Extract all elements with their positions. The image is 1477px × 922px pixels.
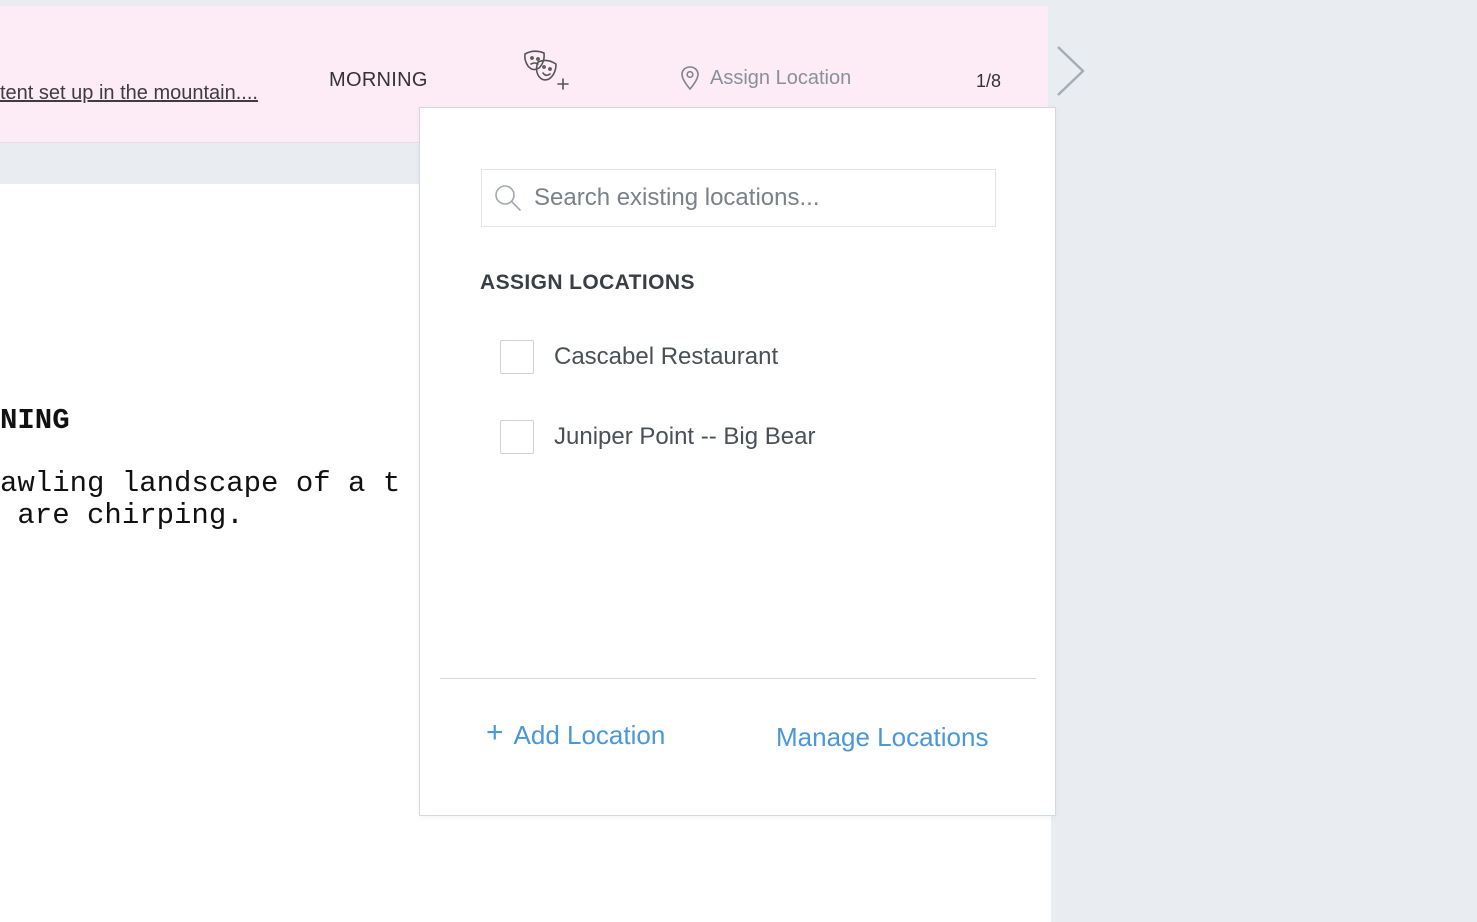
location-option-label: Cascabel Restaurant <box>554 343 779 370</box>
map-pin-icon <box>681 66 699 91</box>
location-search-box <box>481 169 996 227</box>
assign-locations-heading: ASSIGN LOCATIONS <box>480 271 695 294</box>
script-action-text: awling landscape of a t are chirping. <box>0 467 401 532</box>
search-icon <box>495 185 521 211</box>
location-checkbox[interactable] <box>500 420 534 454</box>
assign-location-popover: ASSIGN LOCATIONS Cascabel Restaurant Jun… <box>419 107 1056 816</box>
location-option-label: Juniper Point -- Big Bear <box>554 423 816 450</box>
add-location-button[interactable]: + Add Location <box>486 715 666 751</box>
assign-location-label: Assign Location <box>710 66 852 89</box>
popover-divider <box>440 678 1036 679</box>
script-scene-heading: NING <box>0 404 70 437</box>
plus-icon: + <box>486 715 504 749</box>
scene-page-count: 1/8 <box>976 71 1002 91</box>
assign-location-button[interactable]: Assign Location <box>680 65 851 91</box>
add-location-label: Add Location <box>513 720 666 750</box>
manage-locations-link[interactable]: Manage Locations <box>776 722 988 753</box>
location-option-juniper-point[interactable]: Juniper Point -- Big Bear <box>500 420 815 454</box>
location-checkbox[interactable] <box>500 340 534 374</box>
location-search-input[interactable] <box>532 183 976 213</box>
chevron-right-icon[interactable] <box>1054 44 1088 98</box>
scene-description-link[interactable]: tent set up in the mountain.... <box>0 82 258 105</box>
scene-time-of-day: MORNING <box>329 69 428 91</box>
location-option-cascabel-restaurant[interactable]: Cascabel Restaurant <box>500 340 778 374</box>
theater-masks-add-icon[interactable] <box>522 48 572 92</box>
